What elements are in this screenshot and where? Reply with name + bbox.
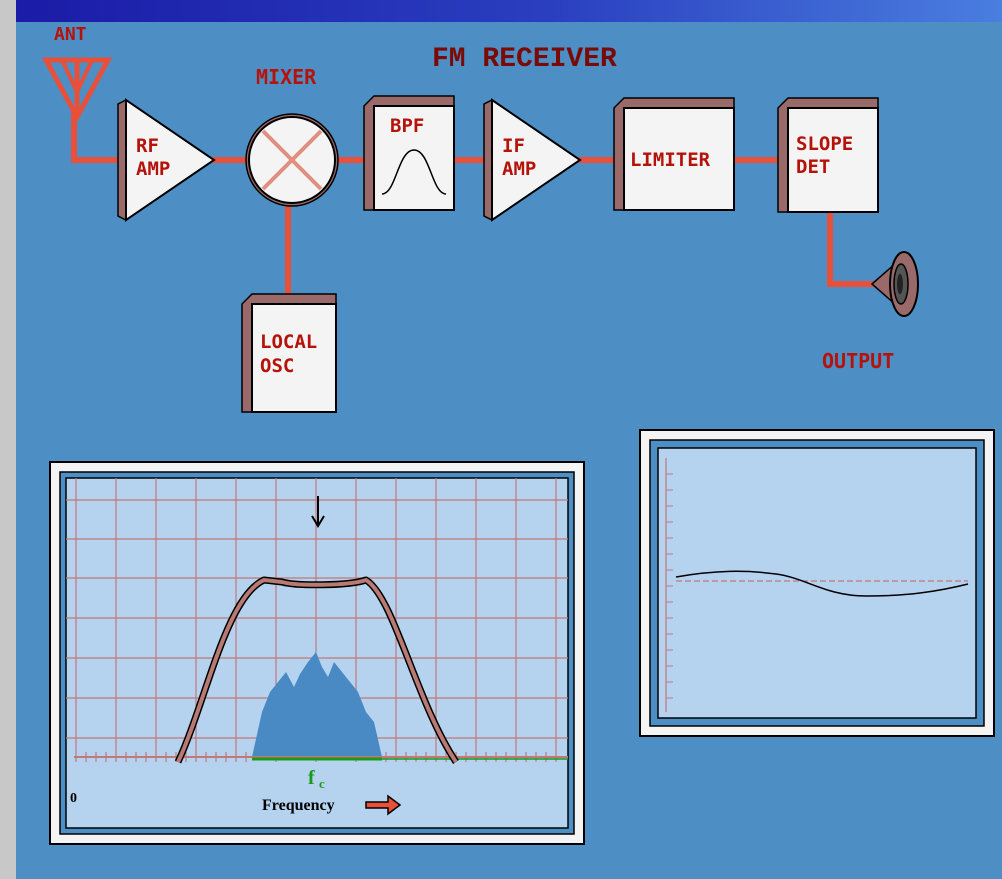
signal-wires <box>71 107 874 294</box>
limiter-label: LIMITER <box>630 149 711 171</box>
antenna-label: ANT <box>54 24 87 45</box>
spectrum-panel: 0 f c Frequency <box>49 461 585 845</box>
diagram-title: FM RECEIVER <box>432 44 617 75</box>
if-amp-block: IF AMP <box>483 98 582 222</box>
origin-label: 0 <box>70 791 77 806</box>
local-osc-label-1: LOCAL <box>260 331 317 353</box>
diagram-canvas: ANT RF AMP MIXER BPF IF AMP LIMITER SLOP… <box>41 24 995 845</box>
local-osc-label-2: OSC <box>260 355 294 377</box>
bpf-label: BPF <box>390 115 424 137</box>
mixer-block <box>245 113 339 207</box>
speaker-icon <box>870 251 919 317</box>
fc-subscript: c <box>319 776 325 791</box>
title-bar <box>0 0 1002 22</box>
slope-det-block: SLOPE DET <box>777 97 879 213</box>
local-osc-block: LOCAL OSC <box>241 293 337 413</box>
fc-label: f <box>308 767 315 789</box>
output-label: OUTPUT <box>822 349 894 373</box>
slope-det-label-1: SLOPE <box>796 133 853 155</box>
rf-amp-block: RF AMP <box>117 98 216 222</box>
rf-amp-label-2: AMP <box>136 158 170 180</box>
slope-det-label-2: DET <box>796 156 830 178</box>
if-amp-label-1: IF <box>502 135 525 157</box>
antenna-icon <box>41 57 113 123</box>
limiter-block: LIMITER <box>613 97 735 211</box>
frequency-xlabel: Frequency <box>262 797 335 814</box>
left-scroll-edge <box>0 0 16 879</box>
fm-receiver-diagram: ANT RF AMP MIXER BPF IF AMP LIMITER SLOP… <box>16 22 1002 879</box>
mixer-label: MIXER <box>256 65 317 89</box>
bpf-block: BPF <box>363 95 455 211</box>
if-amp-label-2: AMP <box>502 158 536 180</box>
output-waveform-panel <box>639 429 995 737</box>
rf-amp-label-1: RF <box>136 135 159 157</box>
